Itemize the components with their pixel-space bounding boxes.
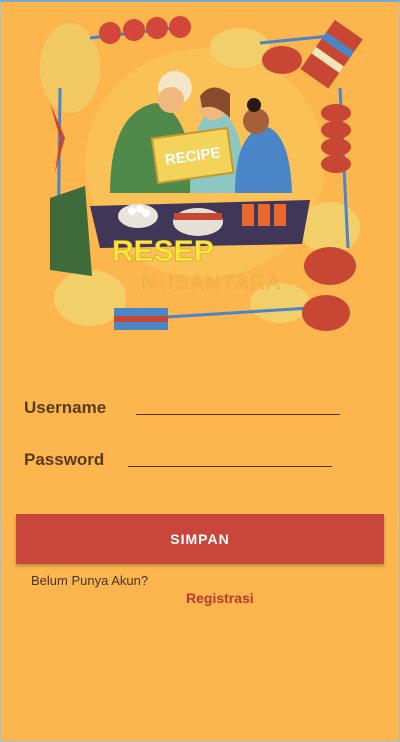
- resep-nusantara-logo: RECIPE RESEP NUSANTARA: [40, 16, 363, 331]
- password-input[interactable]: [128, 444, 332, 467]
- register-link[interactable]: Registrasi: [186, 590, 254, 606]
- brand-subtitle: NUSANTARA: [142, 272, 282, 294]
- no-account-text: Belum Punya Akun?: [31, 573, 149, 588]
- password-label: Password: [24, 450, 105, 469]
- hero-illustration: RECIPE RESEP NUSANTARA: [30, 8, 370, 348]
- brand-title: RESEP: [112, 235, 214, 268]
- save-button[interactable]: SIMPAN: [16, 514, 384, 564]
- username-input[interactable]: [136, 392, 340, 415]
- username-label: Username: [24, 398, 107, 417]
